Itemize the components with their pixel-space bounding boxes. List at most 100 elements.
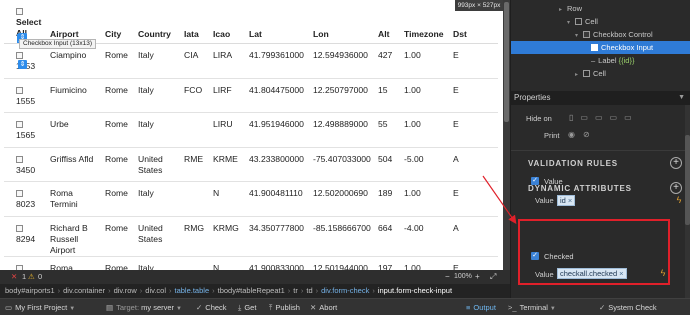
cell-airport: Roma Termini — [50, 256, 105, 270]
dom-node-cell[interactable]: ▾ Cell — [511, 15, 690, 28]
cell-alt: 664 — [378, 216, 404, 257]
select-all-header: Select All — [4, 6, 50, 44]
value-attr-value-label: Value — [535, 196, 554, 205]
project-selector[interactable]: ▭ My First Project ▼ — [5, 303, 75, 312]
collapse-arrow-icon: ▸ — [575, 72, 579, 78]
properties-scrollbar-thumb[interactable] — [685, 135, 690, 225]
dom-node-checkbox-control[interactable]: ▾ Checkbox Control — [511, 28, 690, 41]
breadcrumb-item[interactable]: td — [306, 286, 312, 295]
zoom-out-icon[interactable]: − — [445, 272, 450, 281]
breadcrumb-item[interactable]: div.row — [114, 286, 137, 295]
device-visibility-icons[interactable]: ▯▭▭▭▭ — [569, 113, 639, 122]
col-alt: Alt — [378, 6, 404, 44]
canvas-scrollbar[interactable] — [503, 0, 510, 270]
breadcrumb-item[interactable]: tbody#tableRepeat1 — [218, 286, 285, 295]
phone-icon[interactable]: ▯ — [569, 113, 580, 122]
dom-node-cell[interactable]: ▸ Cell — [511, 67, 690, 80]
abort-button[interactable]: ✕ Abort — [310, 303, 337, 312]
desktop-icon[interactable]: ▭ — [610, 113, 625, 122]
col-lat: Lat — [249, 6, 313, 44]
row-checkbox[interactable] — [16, 52, 23, 59]
zoom-in-icon[interactable]: + — [475, 272, 480, 281]
select-all-checkbox[interactable] — [16, 8, 23, 15]
cell-timezone: 1.00 — [404, 112, 453, 148]
cell-country: United States — [138, 147, 184, 182]
target-selector[interactable]: ▤ Target: my server ▼ — [106, 303, 182, 312]
properties-header[interactable]: Properties ▼ — [511, 91, 690, 105]
cell-lon: 12.498889000 — [313, 112, 378, 148]
table-row: 8910Roma TerminiRomeItaly N41.90083300012… — [4, 256, 498, 270]
cell-city: Rome — [105, 216, 138, 257]
breadcrumb-item[interactable]: input.form-check-input — [378, 286, 452, 295]
breadcrumb-item[interactable]: div.col — [145, 286, 166, 295]
cell-alt: 55 — [378, 112, 404, 148]
cell-dst: A — [453, 147, 498, 182]
download-icon: ⤓ — [238, 303, 242, 312]
get-button[interactable]: ⤓ Get — [238, 303, 256, 313]
row-id-label: 1565 — [16, 130, 36, 140]
cell-iata — [184, 181, 213, 217]
cell-iata — [184, 112, 213, 148]
warning-icon[interactable]: ⚠ — [28, 272, 35, 281]
value-attr-checkbox[interactable]: ✓ — [531, 177, 539, 185]
add-dynamic-attribute-icon[interactable]: + — [670, 182, 682, 194]
eye-off-icon[interactable]: ⊘ — [583, 130, 598, 139]
monitor-icon[interactable]: ▭ — [624, 113, 639, 122]
cell-city: Rome — [105, 147, 138, 182]
cell-country: Italy — [138, 43, 184, 79]
row-select-cell: 8910 — [4, 256, 50, 270]
col-iata: Iata — [184, 6, 213, 44]
eye-icon[interactable]: ◉ — [568, 130, 583, 139]
error-count: 1 — [22, 272, 27, 281]
breadcrumb-item[interactable]: table.table — [175, 286, 210, 295]
cell-country: Italy — [138, 78, 184, 113]
breadcrumb-item[interactable]: div.container — [63, 286, 105, 295]
table-header-row: Select All Airport City Country Iata Ica… — [4, 6, 498, 44]
breadcrumb-item[interactable]: div.form-check — [321, 286, 369, 295]
cell-alt: 427 — [378, 43, 404, 79]
terminal-tab[interactable]: >_ Terminal ▼ — [508, 303, 556, 312]
breadcrumb-item[interactable]: body#airports1 — [5, 286, 55, 295]
output-tab[interactable]: ≡ Output — [466, 303, 496, 312]
cell-dst: E — [453, 78, 498, 113]
add-validation-icon[interactable]: + — [670, 157, 682, 169]
row-id-label: 1555 — [16, 95, 36, 106]
col-airport: Airport — [50, 6, 105, 44]
dom-node-label[interactable]: – Label {{id}} — [511, 54, 690, 67]
dom-node-checkbox-input[interactable]: Checkbox Input — [511, 41, 690, 54]
dom-node-row[interactable]: ▸ Row — [511, 2, 690, 15]
validation-rules-title: VALIDATION RULES — [528, 159, 618, 168]
cell-city: Rome — [105, 43, 138, 79]
breadcrumb-separator-icon: › — [372, 286, 375, 295]
check-button[interactable]: ✓ Check — [196, 303, 227, 312]
row-checkbox[interactable] — [16, 86, 23, 94]
properties-scrollbar[interactable] — [685, 105, 690, 298]
row-checkbox[interactable] — [16, 121, 23, 128]
canvas-scrollbar-thumb[interactable] — [504, 2, 509, 122]
value-attr-binding-tag[interactable]: id × — [557, 195, 576, 206]
expand-icon[interactable]: ⤢ — [490, 272, 496, 282]
dom-tree: ▸ Row ▾ Cell ▾ Checkbox Control Checkbox In… — [511, 0, 690, 90]
element-handle-icon[interactable]: ⇕ — [18, 60, 27, 69]
col-dst: Dst — [453, 6, 498, 44]
row-checkbox[interactable] — [16, 155, 23, 163]
row-id-label: 8023 — [16, 199, 36, 209]
row-id-label: 8294 — [16, 233, 36, 244]
laptop-icon[interactable]: ▭ — [595, 113, 610, 122]
checkbox-icon — [583, 31, 590, 38]
cell-dst: A — [453, 216, 498, 257]
error-icon[interactable]: ✕ — [11, 272, 17, 281]
row-checkbox[interactable] — [16, 224, 23, 232]
print-visibility-icons[interactable]: ◉⊘ — [568, 130, 598, 139]
tablet-icon[interactable]: ▭ — [580, 113, 595, 122]
zoom-level[interactable]: 100% — [454, 273, 472, 280]
system-check-tab[interactable]: ✓ System Check — [599, 303, 657, 312]
publish-button[interactable]: ⤒ Publish — [269, 303, 300, 313]
cell-lon: 12.250797000 — [313, 78, 378, 113]
breadcrumb-separator-icon: › — [287, 286, 291, 295]
dynamic-data-bolt-icon[interactable]: ϟ — [673, 194, 685, 206]
remove-tag-icon[interactable]: × — [568, 196, 572, 205]
col-lon: Lon — [313, 6, 378, 44]
row-checkbox[interactable] — [16, 190, 23, 197]
design-canvas[interactable]: Select All Airport City Country Iata Ica… — [0, 0, 503, 270]
